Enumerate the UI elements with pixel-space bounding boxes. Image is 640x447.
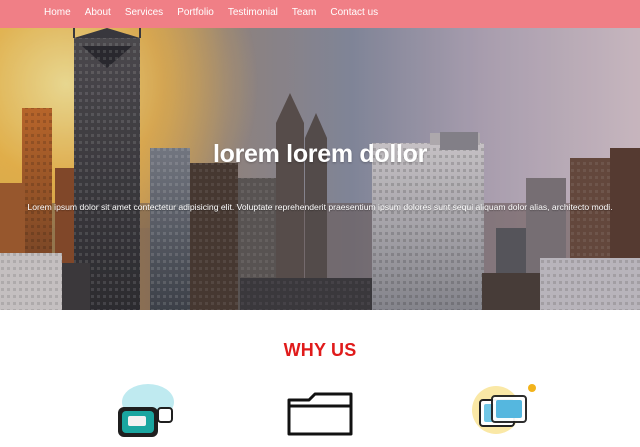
photo-gallery-icon (462, 382, 542, 442)
photo-gallery-icon-svg (472, 384, 536, 434)
hero-overlay (0, 28, 640, 310)
folder-icon (281, 382, 361, 442)
top-navigation-bar: Home About Services Portfolio Testimonia… (0, 0, 640, 28)
main-nav: Home About Services Portfolio Testimonia… (44, 7, 392, 19)
nav-home-link[interactable]: Home (44, 7, 71, 19)
screen-chat-icon-svg (118, 384, 174, 437)
hero-subtitle: Lorem ipsum dolor sit amet contectetur a… (27, 202, 613, 212)
hero-title: lorem lorem dollor (212, 140, 428, 168)
why-us-heading: WHY US (283, 340, 357, 360)
why-us-icons-row (0, 382, 640, 437)
nav-about-link[interactable]: About (85, 7, 111, 19)
hero-banner: lorem lorem dollor Lorem ipsum dolor sit… (0, 28, 640, 310)
screen-chat-icon (106, 382, 186, 442)
nav-portfolio-link[interactable]: Portfolio (177, 7, 214, 19)
nav-testimonial-link[interactable]: Testimonial (228, 7, 278, 19)
folder-icon-svg (287, 392, 353, 436)
nav-team-link[interactable]: Team (292, 7, 316, 19)
nav-services-link[interactable]: Services (125, 7, 163, 19)
nav-contact-link[interactable]: Contact us (330, 7, 378, 19)
